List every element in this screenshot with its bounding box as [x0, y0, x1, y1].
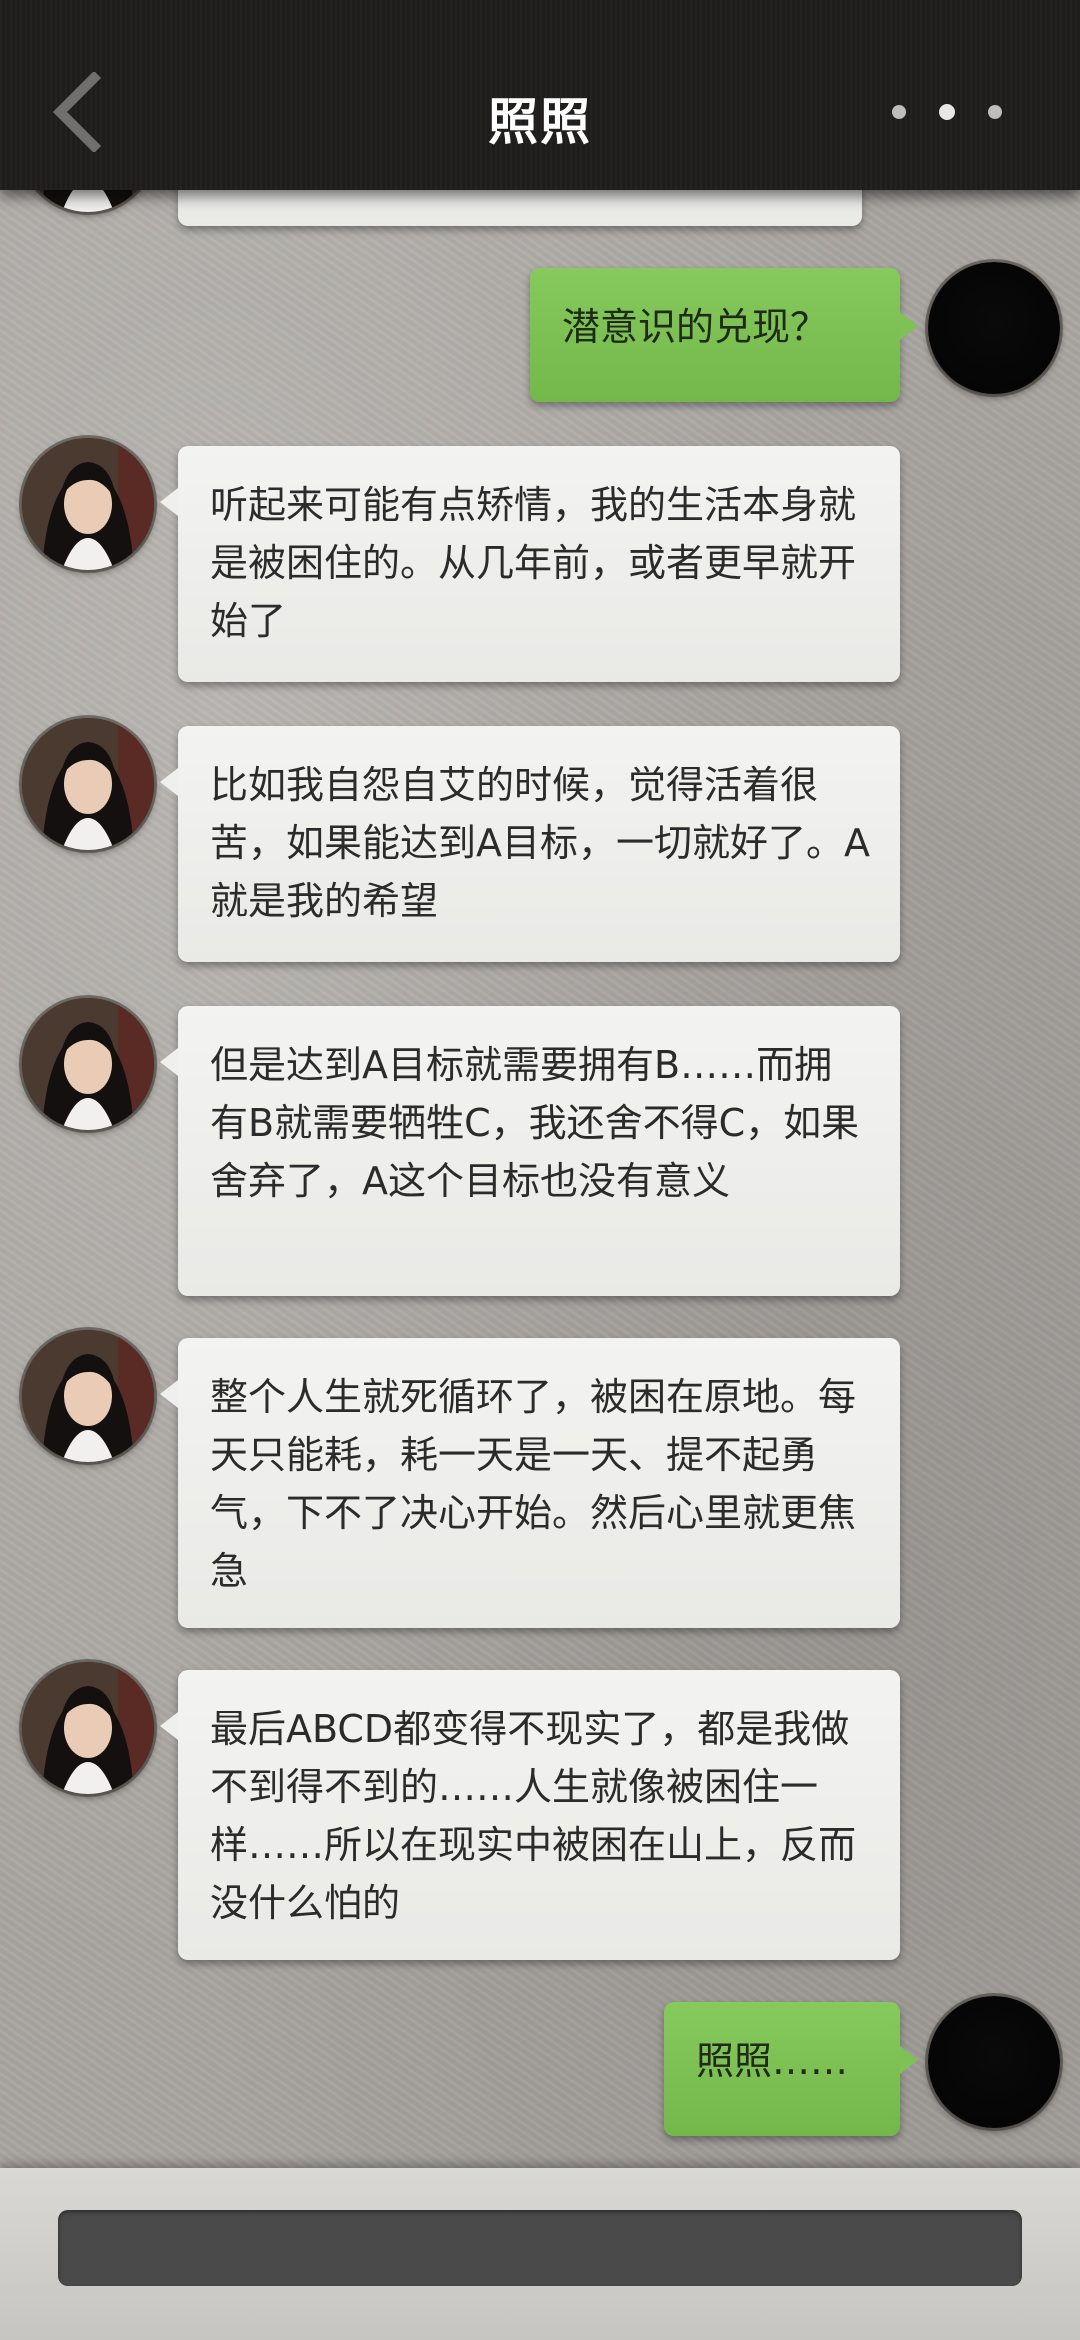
portrait-image — [22, 1662, 154, 1794]
user-avatar[interactable] — [928, 262, 1060, 394]
message-text: 听起来可能有点矫情，我的生活本身就是被困住的。从几年前，或者更早就开始了 — [210, 483, 857, 643]
user-avatar[interactable] — [928, 1996, 1060, 2128]
portrait-image — [22, 1330, 154, 1462]
contact-avatar[interactable] — [22, 998, 154, 1130]
chat-area[interactable]: 潜意识的兑现？ 听起来可能有点矫情，我的生活本身就是被困住的。从几年前，或者更早… — [0, 0, 1080, 2160]
portrait-image — [22, 998, 154, 1130]
message-bubble-incoming: 整个人生就死循环了，被困在原地。每天只能耗，耗一天是一天、提不起勇气，下不了决心… — [160, 1338, 900, 1628]
more-dots-icon — [892, 105, 906, 119]
portrait-image — [22, 718, 154, 850]
message-bubble-outgoing: 照照…… — [664, 2002, 918, 2136]
message-input[interactable] — [58, 2210, 1022, 2286]
contact-avatar[interactable] — [22, 438, 154, 570]
contact-avatar[interactable] — [22, 1330, 154, 1462]
message-text: 比如我自怨自艾的时候，觉得活着很苦，如果能达到A目标，一切就好了。A就是我的希望 — [210, 763, 870, 923]
message-text: 照照…… — [696, 2039, 849, 2083]
message-bubble-outgoing: 潜意识的兑现？ — [530, 268, 918, 402]
message-bubble-incoming: 但是达到A目标就需要拥有B……而拥有B就需要牺牲C，我还舍不得C，如果舍弃了，A… — [160, 1006, 900, 1296]
contact-avatar[interactable] — [22, 1662, 154, 1794]
more-dots-icon — [939, 104, 955, 120]
message-text: 整个人生就死循环了，被困在原地。每天只能耗，耗一天是一天、提不起勇气，下不了决心… — [210, 1375, 857, 1593]
message-bubble-incoming: 比如我自怨自艾的时候，觉得活着很苦，如果能达到A目标，一切就好了。A就是我的希望 — [160, 726, 900, 962]
message-text: 但是达到A目标就需要拥有B……而拥有B就需要牺牲C，我还舍不得C，如果舍弃了，A… — [210, 1043, 860, 1203]
more-dots-icon — [988, 105, 1002, 119]
message-bubble-incoming: 最后ABCD都变得不现实了，都是我做不到得不到的……人生就像被困住一样……所以在… — [160, 1670, 900, 1960]
portrait-image — [22, 438, 154, 570]
message-text: 潜意识的兑现？ — [562, 305, 829, 349]
more-button[interactable] — [892, 100, 1002, 124]
input-bar — [0, 2168, 1080, 2340]
message-bubble-incoming: 听起来可能有点矫情，我的生活本身就是被困住的。从几年前，或者更早就开始了 — [160, 446, 900, 682]
header-bar: 照照 — [0, 0, 1080, 190]
message-text: 最后ABCD都变得不现实了，都是我做不到得不到的……人生就像被困住一样……所以在… — [210, 1707, 857, 1925]
contact-avatar[interactable] — [22, 718, 154, 850]
